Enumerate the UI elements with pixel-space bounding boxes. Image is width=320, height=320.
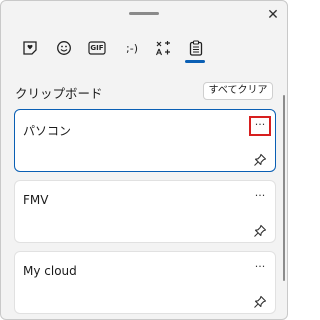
tab-gif[interactable]: GIF — [86, 35, 108, 61]
tab-emoji[interactable] — [53, 35, 75, 61]
sticker-heart-icon — [23, 41, 37, 55]
more-options-button[interactable]: ··· — [249, 258, 271, 278]
tab-selected-indicator — [185, 60, 205, 63]
clipboard-item-text: FMV — [23, 193, 49, 207]
more-options-button[interactable]: ··· — [249, 187, 271, 207]
clipboard-title: クリップボード — [15, 86, 103, 101]
pin-icon[interactable] — [253, 295, 267, 309]
scrollbar[interactable] — [283, 95, 285, 281]
drag-handle[interactable] — [129, 12, 159, 15]
close-button[interactable]: ✕ — [264, 6, 282, 24]
clipboard-item[interactable]: FMV ··· — [14, 180, 276, 243]
emoji-smile-icon — [57, 41, 71, 55]
clipboard-item-text: パソコン — [23, 124, 72, 138]
tab-symbols[interactable] — [152, 35, 174, 61]
pin-icon[interactable] — [253, 224, 267, 238]
clear-all-button[interactable]: すべてクリア — [203, 82, 273, 100]
tab-clipboard[interactable] — [185, 35, 207, 63]
close-icon: ✕ — [267, 7, 279, 23]
symbols-icon — [155, 41, 170, 56]
clipboard-icon — [189, 40, 203, 56]
tab-kaomoji[interactable]: ;-) — [119, 35, 145, 61]
gif-label: GIF — [90, 44, 104, 52]
clipboard-item[interactable]: My cloud ··· — [14, 251, 276, 314]
kaomoji-icon: ;-) — [126, 41, 138, 55]
pin-icon[interactable] — [253, 153, 267, 167]
tab-stickers[interactable] — [19, 35, 41, 61]
clipboard-item[interactable]: パソコン ··· — [14, 109, 276, 172]
more-options-button[interactable]: ··· — [249, 116, 271, 136]
clipboard-item-text: My cloud — [23, 264, 77, 278]
emoji-clipboard-panel: ✕ GIF ;-) クリップボード すべてクリア パソコン ··· FMV ··… — [0, 0, 288, 320]
